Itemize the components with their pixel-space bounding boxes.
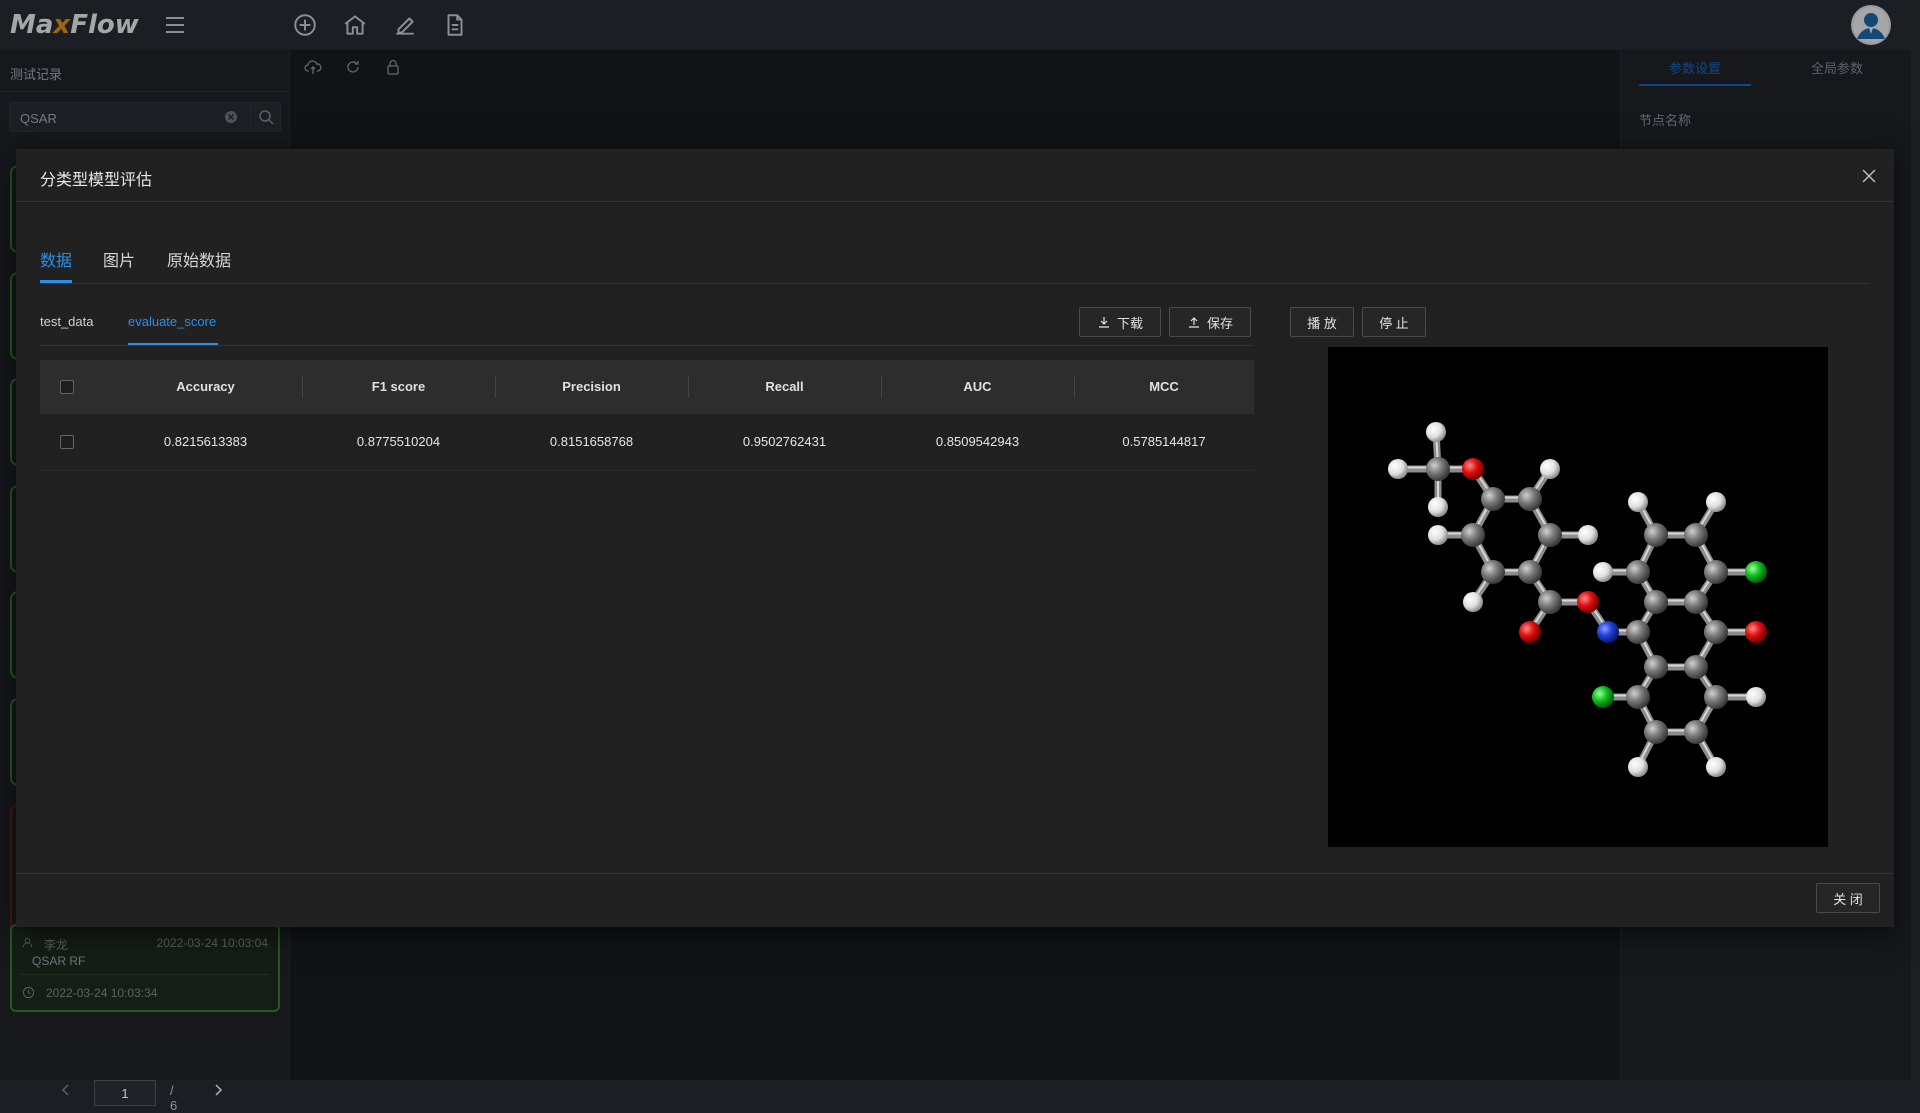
column-header[interactable]: F1 score [302, 360, 495, 414]
dialog-title: 分类型模型评估 [40, 172, 153, 189]
close-button[interactable]: 关 闭 [1816, 883, 1880, 913]
download-icon [1098, 317, 1109, 328]
column-header[interactable]: Precision [495, 360, 688, 414]
tab-raw-data[interactable]: 原始数据 [167, 247, 231, 271]
tab-data[interactable]: 数据 [40, 247, 72, 271]
carbon-atom [1684, 720, 1708, 744]
carbon-atom [1684, 590, 1708, 614]
table-cell: 0.8775510204 [356, 434, 441, 449]
hydrogen-atom [1463, 592, 1483, 612]
table-cell: 0.8151658768 [549, 434, 634, 449]
oxygen-atom [1577, 591, 1599, 613]
hydrogen-atom [1706, 757, 1726, 777]
table-row[interactable]: 0.8215613383 0.8775510204 0.8151658768 0… [40, 414, 1254, 471]
divider [40, 283, 1870, 284]
molecule-canvas[interactable] [1328, 347, 1828, 847]
oxygen-atom [1745, 621, 1767, 643]
chevron-left-icon[interactable] [60, 1082, 72, 1098]
carbon-atom [1644, 655, 1668, 679]
oxygen-atom [1462, 458, 1484, 480]
column-header[interactable]: Recall [688, 360, 881, 414]
carbon-atom [1644, 590, 1668, 614]
carbon-atom [1704, 685, 1728, 709]
chevron-right-icon[interactable] [212, 1082, 224, 1098]
table-cell: 0.9502762431 [742, 434, 827, 449]
nitrogen-atom [1597, 621, 1619, 643]
close-icon[interactable] [1860, 167, 1878, 185]
carbon-atom [1644, 523, 1668, 547]
oxygen-atom [1519, 621, 1541, 643]
play-button[interactable]: 播 放 [1290, 307, 1354, 337]
carbon-atom [1684, 523, 1708, 547]
page-total: / 6 [170, 1083, 178, 1113]
chlorine-atom [1592, 686, 1614, 708]
hydrogen-atom [1388, 459, 1408, 479]
carbon-atom [1481, 487, 1505, 511]
carbon-atom [1518, 487, 1542, 511]
column-header[interactable]: MCC [1074, 360, 1254, 414]
hydrogen-atom [1628, 757, 1648, 777]
hydrogen-atom [1578, 525, 1598, 545]
carbon-atom [1538, 590, 1562, 614]
row-checkbox[interactable] [60, 435, 74, 449]
hydrogen-atom [1428, 497, 1448, 517]
carbon-atom [1538, 523, 1562, 547]
carbon-atom [1704, 620, 1728, 644]
hydrogen-atom [1540, 459, 1560, 479]
save-button[interactable]: 保存 [1169, 307, 1251, 337]
carbon-atom [1626, 685, 1650, 709]
carbon-atom [1626, 620, 1650, 644]
carbon-atom [1704, 560, 1728, 584]
table-cell: 0.5785144817 [1122, 434, 1206, 449]
carbon-atom [1518, 560, 1542, 584]
page-input[interactable] [94, 1080, 156, 1106]
carbon-atom [1426, 457, 1450, 481]
divider [40, 345, 1254, 346]
table-cell: 0.8509542943 [935, 434, 1020, 449]
download-button[interactable]: 下载 [1079, 307, 1161, 337]
column-header[interactable]: Accuracy [109, 360, 302, 414]
divider [16, 201, 1894, 202]
subtab-test-data[interactable]: test_data [40, 314, 94, 329]
hydrogen-atom [1628, 492, 1648, 512]
divider [16, 873, 1894, 874]
subtab-evaluate-score[interactable]: evaluate_score [128, 314, 216, 329]
carbon-atom [1684, 655, 1708, 679]
select-all-checkbox[interactable] [60, 380, 74, 394]
upload-icon [1188, 317, 1199, 328]
evaluate-score-table: Accuracy F1 score Precision Recall AUC M… [40, 360, 1254, 471]
chlorine-atom [1745, 561, 1767, 583]
hydrogen-atom [1746, 687, 1766, 707]
hydrogen-atom [1706, 492, 1726, 512]
hydrogen-atom [1593, 562, 1613, 582]
tab-images[interactable]: 图片 [103, 247, 135, 271]
carbon-atom [1461, 523, 1485, 547]
column-header[interactable]: AUC [881, 360, 1074, 414]
evaluation-dialog: 分类型模型评估 数据 图片 原始数据 test_data evaluate_sc… [16, 149, 1894, 927]
carbon-atom [1644, 720, 1668, 744]
table-header: Accuracy F1 score Precision Recall AUC M… [40, 360, 1254, 414]
molecule-viewer[interactable] [1328, 347, 1828, 847]
stop-button[interactable]: 停 止 [1362, 307, 1426, 337]
hydrogen-atom [1426, 422, 1446, 442]
carbon-atom [1481, 560, 1505, 584]
hydrogen-atom [1428, 525, 1448, 545]
table-cell: 0.8215613383 [163, 434, 248, 449]
carbon-atom [1626, 560, 1650, 584]
